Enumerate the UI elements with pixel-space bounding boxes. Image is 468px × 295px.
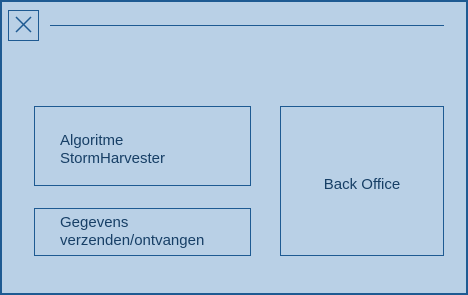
gegevens-verzenden-block: Gegevens verzenden/ontvangen	[34, 208, 251, 256]
algoritme-stormharvester-block: Algoritme StormHarvester	[34, 106, 251, 186]
algoritme-label-line-2: StormHarvester	[60, 150, 166, 167]
diagram-window: Algoritme StormHarvester Gegevens verzen…	[0, 0, 468, 295]
algoritme-label-line-1: Algoritme	[60, 132, 124, 149]
back-office-block: Back Office	[280, 106, 444, 256]
title-rule	[50, 25, 444, 26]
back-office-label: Back Office	[281, 176, 443, 194]
gegevens-label-line-2: verzenden/ontvangen	[60, 232, 205, 249]
algoritme-stormharvester-label: Algoritme StormHarvester	[60, 132, 240, 168]
back-office-label-line-1: Back Office	[323, 176, 401, 193]
close-icon	[15, 16, 32, 33]
gegevens-label-line-1: Gegevens	[60, 214, 129, 231]
close-button[interactable]	[8, 10, 39, 41]
gegevens-verzenden-label: Gegevens verzenden/ontvangen	[60, 214, 250, 250]
window-title-bar	[2, 2, 466, 42]
